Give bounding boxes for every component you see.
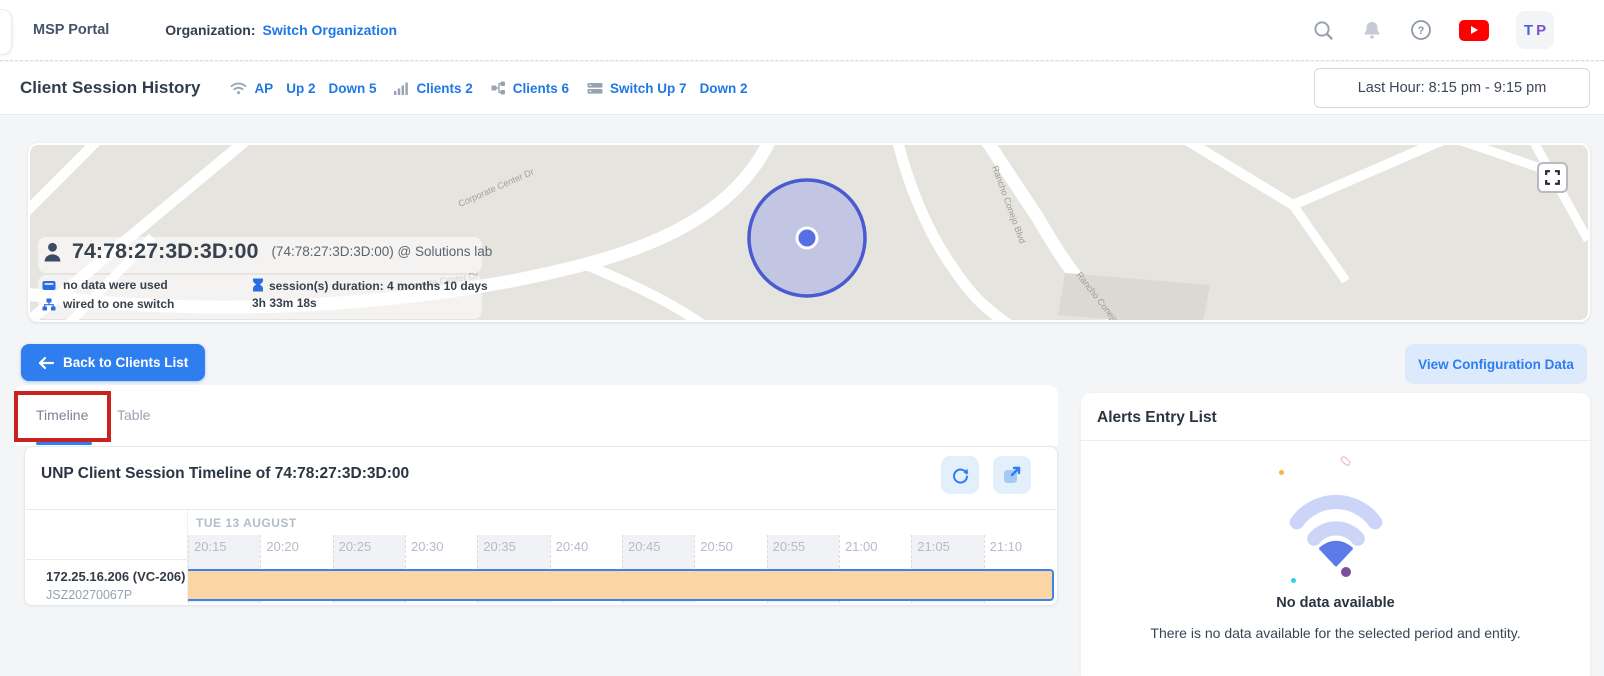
timeline-tick-label: 21:00	[845, 539, 878, 554]
stat-switch: Switch Up 7 Down 2	[587, 81, 748, 96]
session-tabs: Timeline Table	[14, 385, 1058, 446]
fact-session-duration-text: session(s) duration: 4 months 10 days 3h…	[252, 279, 488, 310]
device-ip-name: 172.25.16.206 (VC-206)	[46, 569, 187, 584]
street-label: Corporate Center Dr	[457, 167, 536, 209]
stat-switch-down[interactable]: Down 2	[700, 81, 748, 96]
signal-bars-icon	[394, 82, 409, 95]
client-mac-address: 74:78:27:3D:3D:00	[72, 239, 258, 264]
youtube-icon[interactable]	[1459, 20, 1489, 41]
fact-data-usage: no data were used	[42, 278, 174, 292]
stat-wireless-clients: Clients 2	[394, 81, 472, 96]
timeline-panel: UNP Client Session Timeline of 74:78:27:…	[24, 446, 1058, 606]
topbar-actions: ? T P	[1312, 11, 1554, 49]
person-icon	[42, 241, 63, 262]
stat-switch-up[interactable]: Switch Up 7	[610, 81, 687, 96]
fact-data-usage-text: no data were used	[63, 278, 168, 292]
fact-wired-switch-text: wired to one switch	[63, 297, 174, 311]
organization-link[interactable]: Switch Organization	[263, 22, 398, 38]
active-tab-indicator	[36, 442, 92, 445]
session-bar[interactable]	[188, 569, 1054, 601]
wifi-empty-icon	[1281, 482, 1391, 567]
help-icon[interactable]: ?	[1410, 19, 1432, 41]
timeline-tick-label: 20:45	[628, 539, 661, 554]
stat-wireless-clients-value[interactable]: Clients 2	[416, 81, 472, 96]
timeline-tick-label: 21:10	[990, 539, 1023, 554]
time-range-selector[interactable]: Last Hour: 8:15 pm - 9:15 pm	[1314, 68, 1590, 108]
stat-wired-clients-value[interactable]: Clients 6	[513, 81, 569, 96]
timeline-device-column: 172.25.16.206 (VC-206) JSZ20270067P	[26, 510, 188, 603]
page-header: Client Session History AP Up 2 Down 5 Cl…	[0, 62, 1604, 115]
timeline-row-header: 172.25.16.206 (VC-206) JSZ20270067P	[26, 560, 187, 602]
timeline-tick-label: 20:20	[266, 539, 299, 554]
timeline-device-column-header	[26, 510, 187, 560]
back-to-clients-button[interactable]: Back to Clients List	[21, 344, 205, 381]
empty-state-illustration	[1206, 450, 1466, 590]
timeline-date-header: TUE 13 AUGUST	[196, 516, 297, 530]
timeline-tick-label: 20:30	[411, 539, 444, 554]
app-title: MSP Portal	[33, 22, 109, 38]
decorative-dot	[1279, 470, 1284, 475]
alerts-panel-title: Alerts Entry List	[1081, 393, 1590, 441]
page-title: Client Session History	[20, 78, 200, 98]
stat-ap-down[interactable]: Down 5	[328, 81, 376, 96]
refresh-button[interactable]	[941, 456, 979, 494]
tab-table[interactable]: Table	[117, 407, 150, 423]
fact-wired-switch: wired to one switch	[42, 297, 174, 311]
timeline-tick-label: 20:35	[483, 539, 516, 554]
topology-icon	[491, 81, 506, 96]
back-button-label: Back to Clients List	[63, 355, 188, 370]
device-serial: JSZ20270067P	[46, 588, 187, 602]
fullscreen-icon	[1545, 170, 1560, 185]
empty-state-title: No data available	[1081, 595, 1590, 611]
alerts-panel: Alerts Entry List No data available Ther…	[1081, 393, 1590, 676]
timeline-tick-label: 20:50	[700, 539, 733, 554]
fact-session-duration: session(s) duration: 4 months 10 days 3h…	[252, 278, 490, 312]
client-location-marker	[749, 180, 865, 296]
data-usage-icon	[42, 279, 56, 291]
client-info-header: 74:78:27:3D:3D:00 (74:78:27:3D:3D:00) @ …	[42, 239, 492, 264]
view-configuration-button[interactable]: View Configuration Data	[1405, 344, 1587, 384]
stat-ap-label[interactable]: AP	[254, 81, 273, 96]
map-fullscreen-button[interactable]	[1537, 162, 1568, 193]
avatar-initial: P	[1536, 22, 1546, 39]
refresh-icon	[951, 466, 970, 485]
stat-wired-clients: Clients 6	[491, 81, 569, 96]
timeline-grid: TUE 13 AUGUST 20:15 20:20 20:25 20:30 20:35 2…	[188, 510, 1056, 603]
switch-icon	[587, 82, 603, 95]
decorative-dot	[1341, 567, 1351, 577]
stat-ap-up[interactable]: Up 2	[286, 81, 315, 96]
hourglass-icon	[252, 278, 264, 292]
wifi-icon	[230, 81, 247, 95]
open-in-new-icon	[1002, 465, 1022, 485]
timeline-title: UNP Client Session Timeline of 74:78:27:…	[41, 465, 409, 483]
timeline-tick-label: 20:25	[339, 539, 372, 554]
client-detail: (74:78:27:3D:3D:00) @ Solutions lab	[271, 244, 492, 259]
avatar[interactable]: T P	[1516, 11, 1554, 49]
decorative-dot	[1291, 578, 1296, 583]
open-in-new-icon-button[interactable]	[993, 456, 1031, 494]
avatar-initial: T	[1524, 22, 1533, 39]
decorative-squiggle	[1339, 455, 1351, 467]
stat-ap: AP Up 2 Down 5	[230, 81, 376, 96]
notifications-bell-icon[interactable]	[1361, 19, 1383, 41]
timeline-tick-label: 20:55	[773, 539, 806, 554]
arrow-left-icon	[38, 356, 54, 370]
location-map[interactable]: Corporate Center Dr Corporate Center Dr …	[28, 143, 1590, 322]
timeline-tick-label: 20:15	[194, 539, 227, 554]
sidebar-collapse-handle[interactable]	[0, 9, 12, 55]
organization-label: Organization:	[165, 22, 255, 38]
search-icon[interactable]	[1312, 19, 1334, 41]
svg-text:?: ?	[1418, 25, 1425, 37]
timeline-tick-label: 21:05	[917, 539, 950, 554]
network-icon	[42, 298, 56, 311]
device-stats: AP Up 2 Down 5 Clients 2 Clients 6 Switc…	[230, 81, 747, 96]
client-facts: no data were used wired to one switch	[42, 278, 174, 311]
timeline-chart: 172.25.16.206 (VC-206) JSZ20270067P TUE …	[26, 509, 1056, 603]
empty-state-message: There is no data available for the selec…	[1081, 625, 1590, 641]
timeline-tick-label: 20:40	[556, 539, 589, 554]
tab-timeline[interactable]: Timeline	[36, 407, 88, 423]
top-bar: MSP Portal Organization: Switch Organiza…	[0, 0, 1604, 61]
